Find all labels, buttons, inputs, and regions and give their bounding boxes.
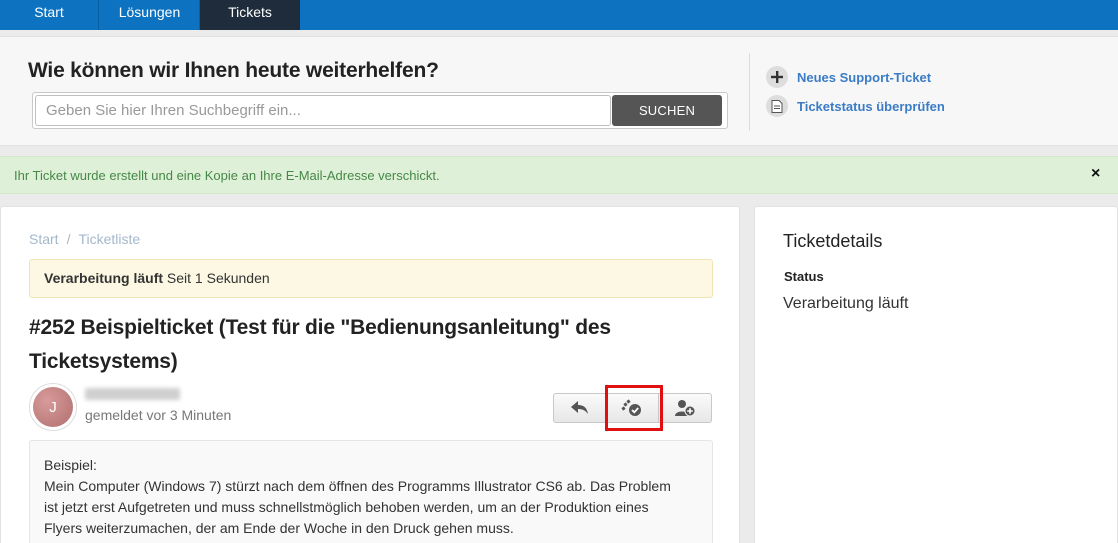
add-user-icon	[675, 400, 696, 417]
status-bar: Verarbeitung läuft Seit 1 Sekunden	[29, 259, 713, 298]
divider	[749, 53, 750, 131]
reported-time: gemeldet vor 3 Minuten	[85, 407, 232, 423]
ticket-status-link[interactable]: Ticketstatus überprüfen	[766, 95, 945, 117]
document-icon	[766, 95, 788, 117]
status-key: Status	[784, 269, 824, 284]
reply-button[interactable]	[553, 393, 606, 423]
status-label: Verarbeitung läuft	[44, 270, 164, 286]
avatar: J	[29, 383, 77, 431]
author-name-blurred	[85, 388, 180, 400]
add-user-button[interactable]	[659, 393, 712, 423]
search-box: SUCHEN	[32, 92, 728, 129]
tab-loesungen[interactable]: Lösungen	[100, 0, 200, 30]
body-line: Flyers weiterzumachen, der am Ende der W…	[44, 520, 514, 536]
search-button[interactable]: SUCHEN	[612, 95, 722, 126]
search-panel: Wie können wir Ihnen heute weiterhelfen?…	[0, 36, 1118, 146]
alert-message: Ihr Ticket wurde erstellt und eine Kopie…	[14, 168, 440, 183]
new-ticket-link[interactable]: Neues Support-Ticket	[766, 66, 931, 88]
reply-icon	[570, 401, 588, 414]
breadcrumb-start[interactable]: Start	[29, 231, 59, 247]
avatar-initial: J	[33, 387, 73, 427]
success-alert: Ihr Ticket wurde erstellt und eine Kopie…	[0, 156, 1118, 194]
status-since: Seit 1 Sekunden	[166, 270, 270, 286]
breadcrumb-separator: /	[66, 231, 71, 247]
body-line: Mein Computer (Windows 7) stürzt nach de…	[44, 478, 671, 494]
body-line: Beispiel:	[44, 457, 97, 473]
details-heading: Ticketdetails	[783, 231, 883, 251]
ticket-status-label: Ticketstatus überprüfen	[797, 98, 945, 114]
breadcrumb-ticketliste[interactable]: Ticketliste	[78, 231, 140, 247]
plus-icon	[766, 66, 788, 88]
body-line: ist jetzt erst Aufgetreten und muss schn…	[44, 499, 649, 515]
breadcrumb: Start / Ticketliste	[29, 231, 140, 247]
new-ticket-label: Neues Support-Ticket	[797, 69, 932, 85]
resolve-button-highlight	[605, 385, 663, 431]
ticket-title: #252 Beispielticket (Test für die "Bedie…	[29, 316, 611, 373]
search-heading: Wie können wir Ihnen heute weiterhelfen?	[28, 59, 439, 82]
tab-start[interactable]: Start	[0, 0, 99, 30]
ticket-panel: Start / Ticketliste Verarbeitung läuft Sei…	[0, 206, 740, 543]
search-input[interactable]	[35, 95, 611, 126]
tab-tickets[interactable]: Tickets	[200, 0, 300, 30]
ticket-body: Beispiel: Mein Computer (Windows 7) stür…	[29, 440, 713, 543]
close-icon[interactable]: ×	[1091, 165, 1100, 183]
ticket-details-panel: Ticketdetails Status Verarbeitung läuft	[754, 206, 1118, 543]
status-value: Verarbeitung läuft	[783, 295, 909, 312]
top-nav: Start Lösungen Tickets	[0, 0, 1118, 30]
